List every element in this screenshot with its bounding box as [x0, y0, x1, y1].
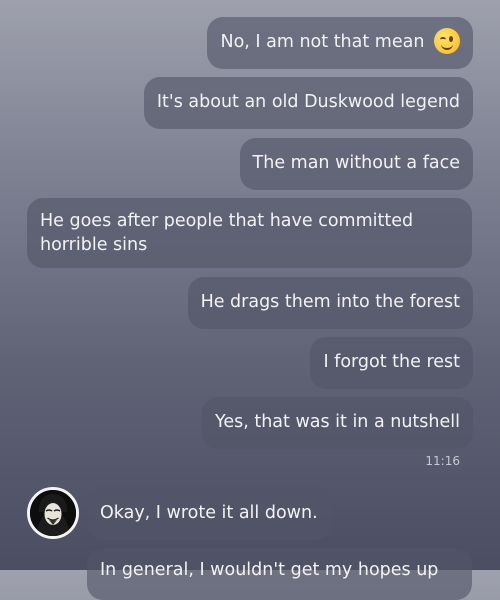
message-bubble-incoming[interactable]: In general, I wouldn't get my hopes up [87, 548, 472, 600]
message-text: It's about an old Duskwood legend [156, 92, 460, 112]
message-text: Yes, that was it in a nutshell [214, 412, 460, 432]
masked-face-icon [30, 490, 76, 536]
message-bubble-outgoing[interactable]: Yes, that was it in a nutshell [201, 397, 473, 449]
message-bubble-outgoing[interactable]: The man without a face [239, 138, 473, 190]
message-bubble-outgoing[interactable]: He drags them into the forest [187, 277, 473, 329]
message-timestamp: 11:16 [425, 454, 460, 468]
message-text: He goes after people that have committed… [40, 211, 414, 255]
winking-face-icon [434, 27, 460, 54]
chat-thread: No, I am not that mean It's about an old… [0, 0, 500, 600]
message-bubble-outgoing[interactable]: No, I am not that mean [207, 17, 473, 69]
contact-avatar[interactable] [27, 487, 79, 539]
message-text: The man without a face [252, 153, 460, 173]
message-text: I forgot the rest [323, 352, 460, 372]
message-text: No, I am not that mean [220, 32, 425, 52]
message-bubble-outgoing[interactable]: I forgot the rest [310, 337, 473, 389]
message-text: In general, I wouldn't get my hopes up [100, 560, 439, 580]
message-bubble-incoming[interactable]: Okay, I wrote it all down. [87, 487, 331, 540]
message-text: He drags them into the forest [200, 292, 460, 312]
message-text: Okay, I wrote it all down. [100, 503, 318, 523]
message-bubble-outgoing[interactable]: He goes after people that have committed… [27, 198, 472, 268]
message-bubble-outgoing[interactable]: It's about an old Duskwood legend [143, 77, 473, 129]
